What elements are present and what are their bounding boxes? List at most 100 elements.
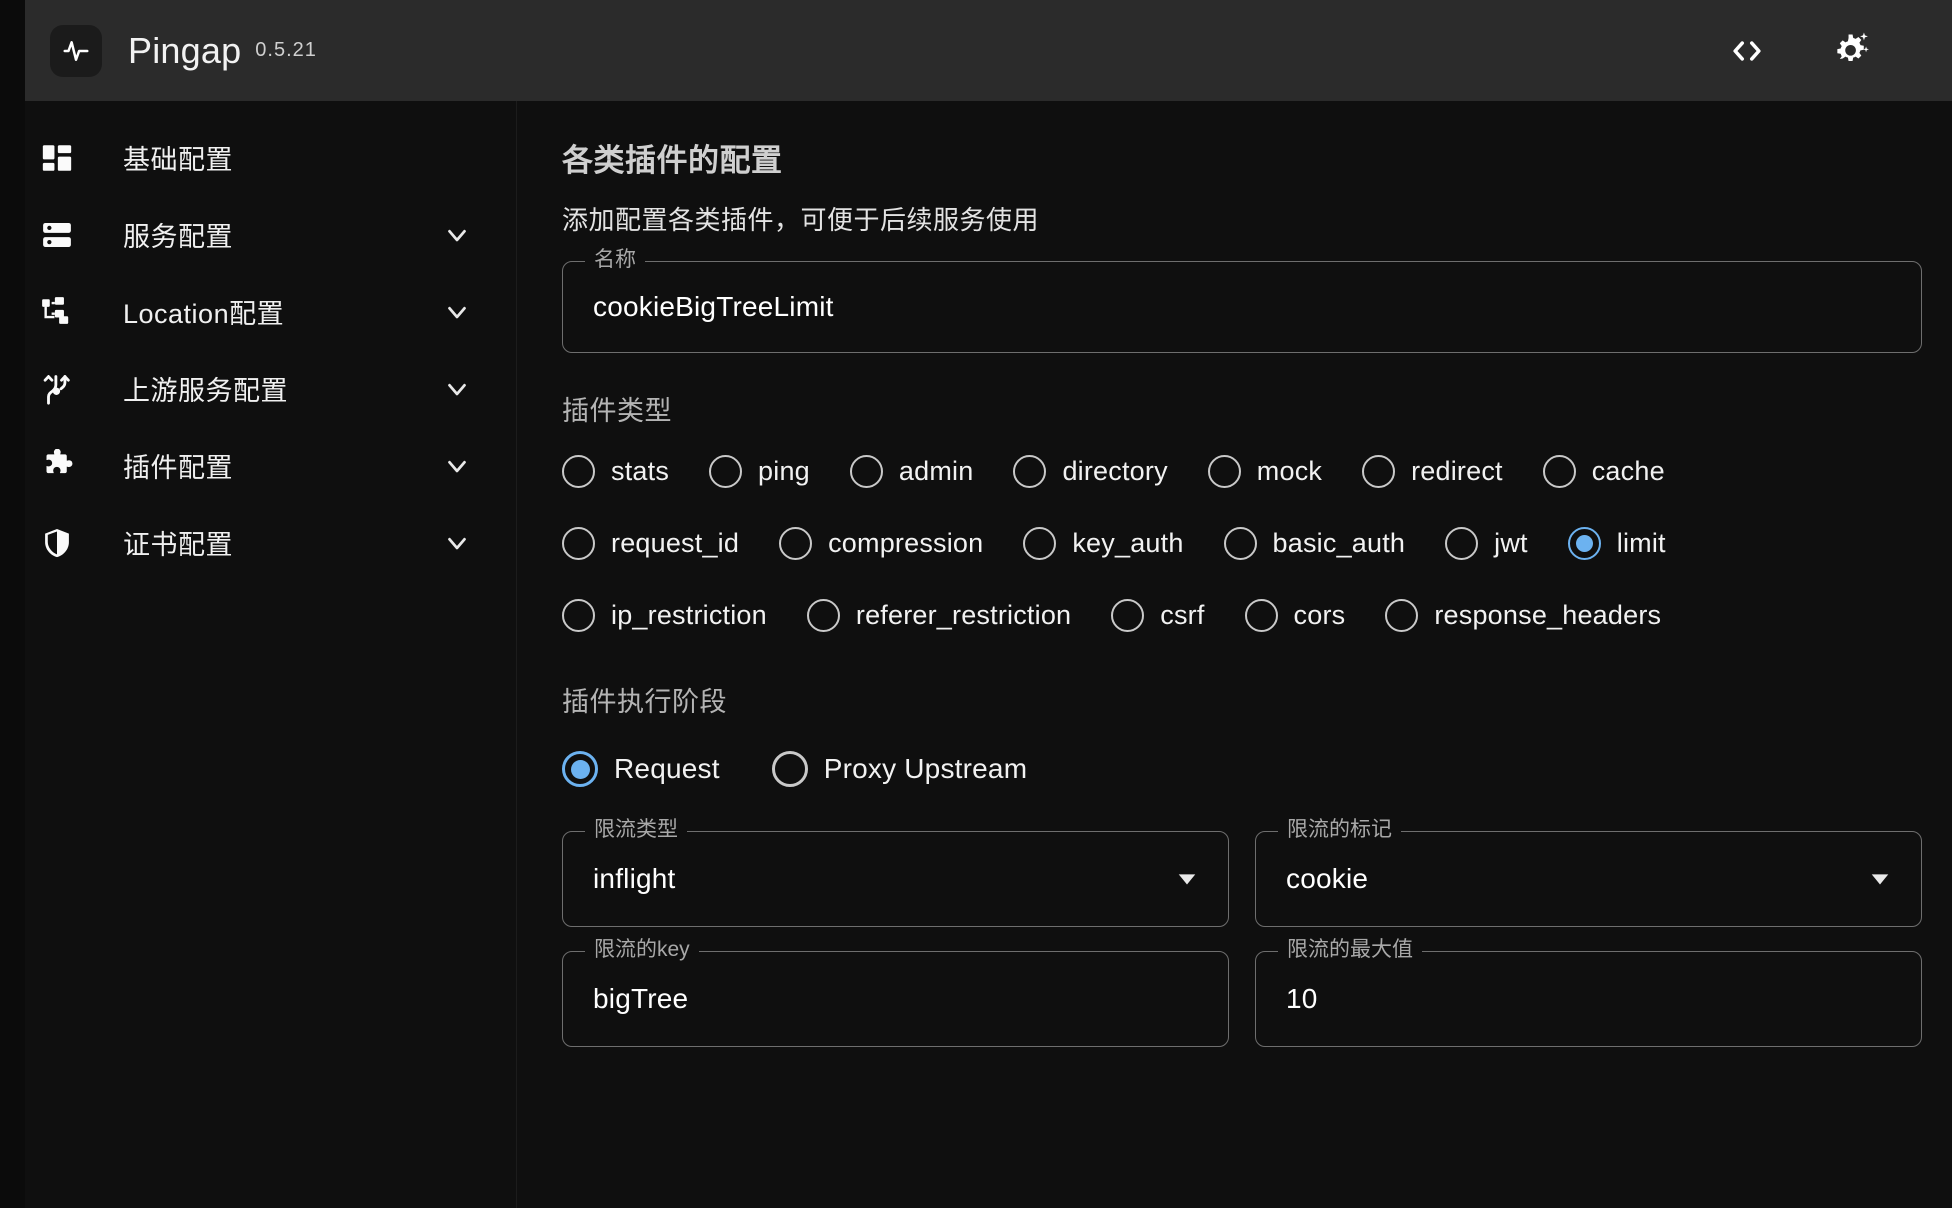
server-icon bbox=[35, 218, 79, 252]
radio-dot bbox=[1023, 526, 1057, 560]
sidebar-item-basic-config[interactable]: 基础配置 bbox=[25, 119, 516, 196]
radio-dot bbox=[562, 454, 595, 488]
radio-compression[interactable]: compression bbox=[779, 526, 984, 560]
radio-label: ping bbox=[758, 455, 810, 486]
radio-label: referer_restriction bbox=[855, 599, 1072, 630]
radio-dot bbox=[1207, 454, 1241, 488]
branch-icon bbox=[35, 372, 79, 406]
radio-label: cache bbox=[1591, 455, 1665, 486]
sidebar-item-service-config[interactable]: 服务配置 bbox=[25, 196, 516, 273]
chevron-down-icon[interactable] bbox=[442, 297, 472, 327]
radio-limit[interactable]: limit bbox=[1567, 526, 1666, 560]
radio-stage-proxy-upstream[interactable]: Proxy Upstream bbox=[771, 751, 1028, 787]
radio-label: Request bbox=[614, 753, 720, 784]
main-content: 各类插件的配置 添加配置各类插件，可便于后续服务使用 名称 cookieBigT… bbox=[517, 101, 1952, 1208]
radio-dot bbox=[806, 598, 840, 632]
radio-referer-restriction[interactable]: referer_restriction bbox=[806, 598, 1072, 632]
app-root: Pingap 0.5.21 基础配置 服务配置 Location配置 上游服务配… bbox=[0, 0, 1952, 1208]
radio-stats[interactable]: stats bbox=[562, 454, 669, 488]
sidebar-item-location-config[interactable]: Location配置 bbox=[25, 273, 516, 350]
chevron-down-icon[interactable] bbox=[442, 220, 472, 250]
radio-key-auth[interactable]: key_auth bbox=[1023, 526, 1183, 560]
radio-label: admin bbox=[898, 455, 974, 486]
header-actions bbox=[1724, 28, 1904, 74]
radio-cache[interactable]: cache bbox=[1542, 454, 1665, 488]
limit-type-select[interactable]: 限流类型 inflight bbox=[562, 819, 1229, 927]
plugin-type-row-1: stats ping admin directory mock redirect… bbox=[562, 442, 1922, 500]
name-field-label: 名称 bbox=[585, 249, 645, 270]
radio-mock[interactable]: mock bbox=[1207, 454, 1322, 488]
radio-label: limit bbox=[1616, 527, 1666, 558]
radio-dot bbox=[779, 526, 813, 560]
limit-tag-select[interactable]: 限流的标记 cookie bbox=[1255, 819, 1922, 927]
brand: Pingap 0.5.21 bbox=[25, 24, 317, 77]
limit-key-label: 限流的key bbox=[585, 939, 699, 960]
radio-label: ip_restriction bbox=[611, 599, 767, 630]
limit-tag-label: 限流的标记 bbox=[1278, 819, 1401, 840]
radio-dot bbox=[1385, 598, 1419, 632]
radio-dot bbox=[1445, 526, 1479, 560]
radio-label: compression bbox=[828, 527, 984, 558]
app-body: 基础配置 服务配置 Location配置 上游服务配置 插件配置 证书配置 各类… bbox=[0, 101, 1952, 1208]
limit-max-field[interactable]: 限流的最大值 10 bbox=[1255, 939, 1922, 1047]
sidebar-item-label: 证书配置 bbox=[123, 530, 233, 560]
page-title: 各类插件的配置 bbox=[562, 143, 783, 178]
radio-stage-request[interactable]: Request bbox=[562, 751, 720, 787]
radio-ip-restriction[interactable]: ip_restriction bbox=[562, 598, 767, 632]
sidebar-item-label: 上游服务配置 bbox=[123, 376, 288, 406]
name-field-value: cookieBigTreeLimit bbox=[593, 291, 834, 322]
radio-dot bbox=[709, 454, 743, 488]
radio-dot bbox=[1542, 454, 1576, 488]
radio-dot bbox=[562, 526, 595, 560]
radio-csrf[interactable]: csrf bbox=[1111, 598, 1204, 632]
sitemap-icon bbox=[35, 295, 79, 329]
radio-label: request_id bbox=[611, 527, 740, 558]
radio-dot bbox=[1244, 598, 1278, 632]
plugin-stage-label: 插件执行阶段 bbox=[562, 687, 727, 717]
chevron-down-icon[interactable] bbox=[442, 451, 472, 481]
plugin-stage-row: Request Proxy Upstream bbox=[562, 737, 1922, 801]
plugin-type-label: 插件类型 bbox=[562, 396, 672, 426]
dashboard-icon bbox=[35, 141, 79, 175]
radio-response-headers[interactable]: response_headers bbox=[1385, 598, 1661, 632]
radio-request-id[interactable]: request_id bbox=[562, 526, 740, 560]
radio-basic-auth[interactable]: basic_auth bbox=[1223, 526, 1406, 560]
pulse-icon bbox=[50, 24, 102, 77]
sidebar-item-plugin-config[interactable]: 插件配置 bbox=[25, 427, 516, 504]
radio-admin[interactable]: admin bbox=[849, 454, 974, 488]
limit-key-value: bigTree bbox=[593, 983, 689, 1014]
gear-sparkle-icon[interactable] bbox=[1828, 28, 1874, 74]
sidebar-item-label: Location配置 bbox=[123, 299, 285, 329]
radio-label: directory bbox=[1062, 455, 1168, 486]
radio-dot bbox=[771, 751, 808, 787]
limit-fields-grid: 限流类型 inflight 限流的标记 cookie 限流的key bigTre… bbox=[562, 807, 1922, 1047]
sidebar-item-certificate-config[interactable]: 证书配置 bbox=[25, 504, 516, 581]
plugin-type-row-3: ip_restriction referer_restriction csrf … bbox=[562, 586, 1922, 644]
sidebar-item-label: 服务配置 bbox=[123, 222, 233, 252]
radio-dot-selected bbox=[562, 751, 598, 787]
radio-dot bbox=[849, 454, 883, 488]
sidebar-item-upstream-config[interactable]: 上游服务配置 bbox=[25, 350, 516, 427]
app-title: Pingap bbox=[128, 29, 242, 71]
code-icon[interactable] bbox=[1724, 28, 1770, 74]
limit-max-value: 10 bbox=[1286, 983, 1318, 1014]
radio-ping[interactable]: ping bbox=[709, 454, 810, 488]
radio-cors[interactable]: cors bbox=[1244, 598, 1346, 632]
limit-key-field[interactable]: 限流的key bigTree bbox=[562, 939, 1229, 1047]
radio-redirect[interactable]: redirect bbox=[1362, 454, 1503, 488]
sidebar: 基础配置 服务配置 Location配置 上游服务配置 插件配置 证书配置 bbox=[0, 101, 517, 1208]
radio-label: Proxy Upstream bbox=[823, 753, 1028, 784]
radio-jwt[interactable]: jwt bbox=[1445, 526, 1528, 560]
chevron-down-icon[interactable] bbox=[1869, 868, 1891, 890]
radio-dot bbox=[1362, 454, 1396, 488]
radio-dot bbox=[1111, 598, 1145, 632]
chevron-down-icon[interactable] bbox=[442, 528, 472, 558]
radio-directory[interactable]: directory bbox=[1013, 454, 1168, 488]
plugin-type-row-2: request_id compression key_auth basic_au… bbox=[562, 514, 1922, 572]
chevron-down-icon[interactable] bbox=[1176, 868, 1198, 890]
name-field[interactable]: 名称 cookieBigTreeLimit bbox=[562, 249, 1922, 353]
radio-dot bbox=[1013, 454, 1047, 488]
radio-dot bbox=[562, 598, 595, 632]
chevron-down-icon[interactable] bbox=[442, 374, 472, 404]
radio-label: basic_auth bbox=[1272, 527, 1406, 558]
